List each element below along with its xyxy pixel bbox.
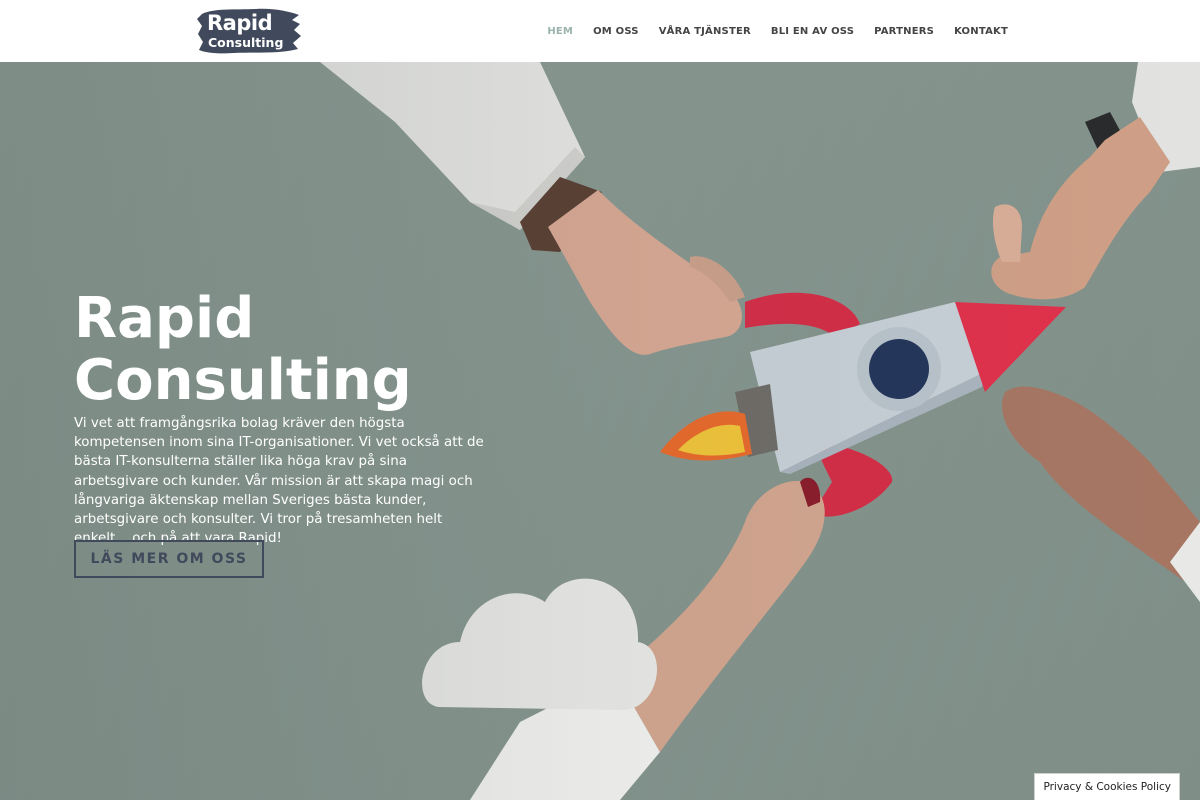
logo[interactable]: Rapid Consulting xyxy=(196,6,302,56)
hero-title-line2: Consulting xyxy=(74,348,412,413)
nav-item-kontakt[interactable]: KONTAKT xyxy=(954,26,1008,37)
nav-item-om-oss[interactable]: OM OSS xyxy=(593,26,639,37)
hero-title-line1: Rapid xyxy=(74,286,255,351)
hero-section: Rapid Consulting Vi vet att framgångsrik… xyxy=(0,62,1200,800)
nav-item-partners[interactable]: PARTNERS xyxy=(874,26,934,37)
read-more-button[interactable]: LÄS MER OM OSS xyxy=(74,540,264,578)
main-nav: HEM OM OSS VÅRA TJÄNSTER BLI EN AV OSS P… xyxy=(527,0,1008,62)
hero-description: Vi vet att framgångsrika bolag kräver de… xyxy=(74,416,484,547)
nav-item-vara-tjanster[interactable]: VÅRA TJÄNSTER xyxy=(659,26,751,37)
privacy-policy-button[interactable]: Privacy & Cookies Policy xyxy=(1034,773,1180,800)
hero-title: Rapid Consulting xyxy=(74,288,494,412)
logo-title: Rapid xyxy=(207,11,273,35)
logo-subtitle: Consulting xyxy=(208,35,284,50)
site-header: Rapid Consulting HEM OM OSS VÅRA TJÄNSTE… xyxy=(0,0,1200,62)
nav-item-hem[interactable]: HEM xyxy=(547,26,573,37)
logo-text: Rapid Consulting xyxy=(196,6,302,56)
nav-item-bli-en-av-oss[interactable]: BLI EN AV OSS xyxy=(771,26,854,37)
